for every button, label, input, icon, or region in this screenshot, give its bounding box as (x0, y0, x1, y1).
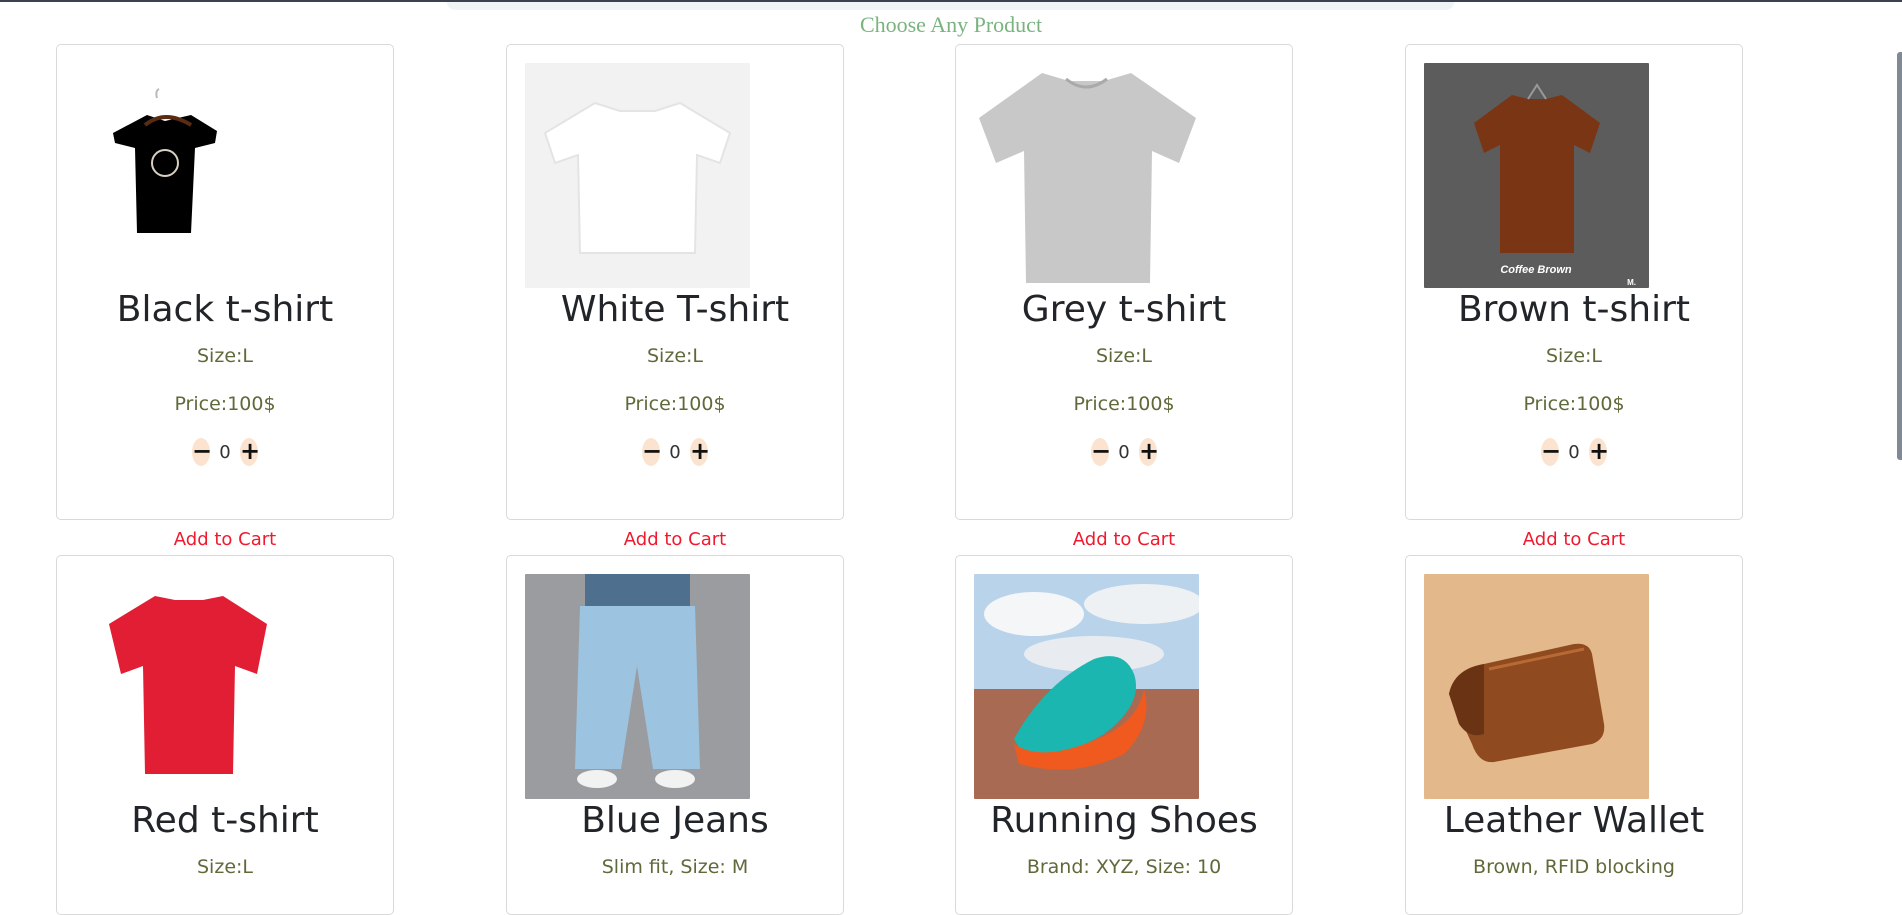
product-card-leather-wallet: Leather Wallet Brown, RFID blocking (1405, 555, 1743, 915)
product-size: Size:L (197, 856, 253, 878)
image-mark: M. (1627, 278, 1636, 287)
minus-button[interactable]: − (192, 438, 212, 466)
blue-jeans-image (525, 574, 750, 799)
product-title: Red t-shirt (131, 800, 319, 841)
plus-button[interactable]: + (690, 438, 710, 466)
quantity-value: 0 (1118, 441, 1130, 463)
running-shoes-image (974, 574, 1199, 799)
product-price: Price:100$ (1073, 393, 1175, 415)
white-tshirt-image (525, 63, 750, 288)
plus-button[interactable]: + (1139, 438, 1159, 466)
quantity-stepper: − 0 + (956, 437, 1292, 467)
product-title: Black t-shirt (116, 289, 334, 330)
product-price: Price:100$ (624, 393, 726, 415)
quantity-value: 0 (669, 441, 681, 463)
minus-button[interactable]: − (642, 438, 662, 466)
add-to-cart-link[interactable]: Add to Cart (1406, 529, 1742, 550)
product-card-red-tshirt: Red t-shirt Size:L (56, 555, 394, 915)
product-card-blue-jeans: Blue Jeans Slim fit, Size: M (506, 555, 844, 915)
quantity-stepper: − 0 + (1406, 437, 1742, 467)
product-card-brown-tshirt: Coffee Brown M. Brown t-shirt Size:L Pri… (1405, 44, 1743, 550)
add-to-cart-link[interactable]: Add to Cart (507, 529, 843, 550)
quantity-value: 0 (219, 441, 231, 463)
product-size: Size:L (197, 345, 253, 367)
quantity-value: 0 (1568, 441, 1580, 463)
product-card-grey-tshirt: Grey t-shirt Size:L Price:100$ − 0 + Add… (955, 44, 1293, 550)
product-title: Running Shoes (990, 800, 1258, 841)
scrollbar[interactable] (1897, 52, 1902, 460)
brown-tshirt-image: Coffee Brown M. (1424, 63, 1649, 288)
product-card-white-tshirt: White T-shirt Size:L Price:100$ − 0 + Ad… (506, 44, 844, 550)
top-search-bar[interactable] (447, 2, 1454, 10)
product-card-running-shoes: Running Shoes Brand: XYZ, Size: 10 (955, 555, 1293, 915)
add-to-cart-link[interactable]: Add to Cart (956, 529, 1292, 550)
product-title: Blue Jeans (581, 800, 769, 841)
product-desc: Slim fit, Size: M (601, 856, 749, 878)
product-size: Size:L (1546, 345, 1602, 367)
product-title: Leather Wallet (1443, 800, 1705, 841)
product-title: Grey t-shirt (1021, 289, 1227, 330)
add-to-cart-link[interactable]: Add to Cart (57, 529, 393, 550)
plus-button[interactable]: + (240, 438, 260, 466)
red-tshirt-image (75, 574, 300, 799)
product-price: Price:100$ (1523, 393, 1625, 415)
plus-button[interactable]: + (1589, 438, 1609, 466)
product-desc: Brand: XYZ, Size: 10 (1026, 856, 1222, 878)
quantity-stepper: − 0 + (57, 437, 393, 467)
product-card-black-tshirt: Black t-shirt Size:L Price:100$ − 0 + Ad… (56, 44, 394, 550)
product-title: Brown t-shirt (1457, 289, 1691, 330)
grey-tshirt-image (974, 63, 1199, 288)
black-tshirt-image (75, 63, 300, 288)
image-caption: Coffee Brown (1500, 264, 1572, 276)
page-heading: Choose Any Product (859, 12, 1043, 37)
quantity-stepper: − 0 + (507, 437, 843, 467)
product-desc: Brown, RFID blocking (1473, 856, 1675, 878)
minus-button[interactable]: − (1091, 438, 1111, 466)
product-size: Size:L (647, 345, 703, 367)
product-size: Size:L (1096, 345, 1152, 367)
minus-button[interactable]: − (1541, 438, 1561, 466)
product-price: Price:100$ (174, 393, 276, 415)
leather-wallet-image (1424, 574, 1649, 799)
product-title: White T-shirt (560, 289, 790, 330)
